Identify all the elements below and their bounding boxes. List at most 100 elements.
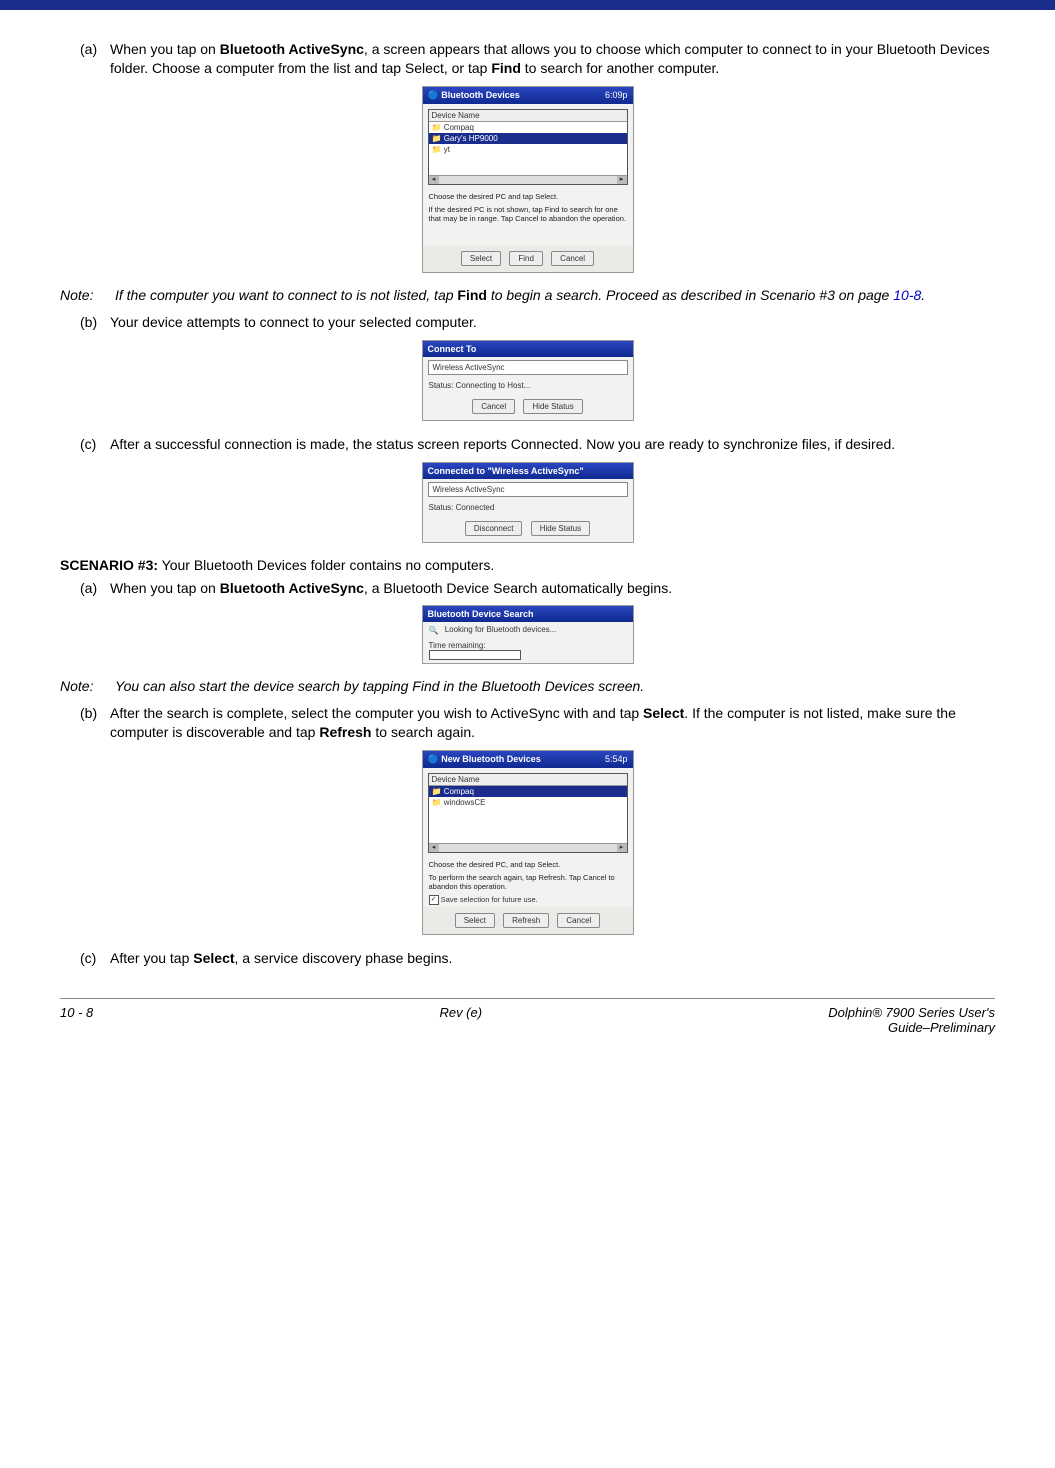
page-number: 10 - 8	[60, 1005, 93, 1035]
refresh-button: Refresh	[503, 913, 549, 928]
step-text: After a successful connection is made, t…	[110, 435, 995, 454]
list-item: 📁 Compaq	[429, 122, 627, 133]
step-a-1: (a) When you tap on Bluetooth ActiveSync…	[80, 40, 995, 78]
list-label: Gary's HP9000	[444, 134, 498, 143]
hscrollbar: ◂▸	[429, 175, 627, 184]
clock: 6:09p	[605, 90, 628, 100]
step-c-1: (c) After a successful connection is mad…	[80, 435, 995, 454]
screenshot-new-bluetooth-devices: 🔵 New Bluetooth Devices5:54p Device Name…	[60, 750, 995, 935]
button-row: Select Refresh Cancel	[423, 907, 633, 934]
text-run: to begin a search. Proceed as described …	[487, 287, 893, 303]
text-run: to search for another computer.	[521, 60, 719, 76]
select-button: Select	[455, 913, 495, 928]
text-run: Guide–Preliminary	[888, 1020, 995, 1035]
title-text: Bluetooth Devices	[441, 90, 520, 100]
time-remaining: Time remaining:	[423, 638, 633, 663]
step-text: After you tap Select, a service discover…	[110, 949, 995, 968]
bold-run: SCENARIO #3:	[60, 557, 158, 573]
save-selection-check: ✓ Save selection for future use.	[423, 893, 633, 907]
text-run: .	[921, 287, 925, 303]
page-footer: 10 - 8 Rev (e) Dolphin® 7900 Series User…	[60, 1005, 995, 1035]
list-item: 📁 windowsCE	[429, 797, 627, 808]
connection-name: Wireless ActiveSync	[428, 482, 628, 497]
bold-run: Select	[643, 705, 684, 721]
text-run: Dolphin® 7900 Series User's	[828, 1005, 995, 1020]
doc-title: Dolphin® 7900 Series User's Guide–Prelim…	[828, 1005, 995, 1035]
bt-icon: 🔵	[428, 90, 439, 100]
hint-text: If the desired PC is not shown, tap Find…	[423, 203, 633, 225]
cancel-button: Cancel	[557, 913, 600, 928]
list-label: Compaq	[444, 123, 474, 132]
hscrollbar: ◂▸	[429, 843, 627, 852]
titlebar: Bluetooth Device Search	[423, 606, 633, 622]
titlebar: Connected to "Wireless ActiveSync"	[423, 463, 633, 479]
step-text: Your device attempts to connect to your …	[110, 313, 995, 332]
note-2: Note: You can also start the device sear…	[60, 678, 995, 694]
hint-text: Choose the desired PC, and tap Select.	[423, 858, 633, 871]
titlebar: Connect To	[423, 341, 633, 357]
text-run: After the search is complete, select the…	[110, 705, 643, 721]
bold-run: Refresh	[319, 724, 371, 740]
text-run: Looking for Bluetooth devices...	[445, 625, 557, 634]
button-row: Disconnect Hide Status	[423, 515, 633, 542]
screenshot-connected: Connected to "Wireless ActiveSync" Wirel…	[60, 462, 995, 543]
text-run: , a service discovery phase begins.	[235, 950, 453, 966]
select-button: Select	[461, 251, 501, 266]
list-item: 📁 Compaq	[429, 786, 627, 797]
hint-text: Choose the desired PC and tap Select.	[423, 190, 633, 203]
status-text: Status: Connected	[423, 500, 633, 515]
step-letter: (a)	[80, 40, 110, 78]
clock: 5:54p	[605, 754, 628, 764]
note-text: If the computer you want to connect to i…	[115, 287, 995, 303]
note-label: Note:	[60, 287, 115, 303]
list-header: Device Name	[429, 774, 627, 786]
cancel-button: Cancel	[551, 251, 594, 266]
bold-run: Select	[193, 950, 234, 966]
button-row: Select Find Cancel	[423, 245, 633, 272]
text-run: After you tap	[110, 950, 193, 966]
list-header: Device Name	[429, 110, 627, 122]
step-text: When you tap on Bluetooth ActiveSync, a …	[110, 579, 995, 598]
checkbox-icon: ✓	[429, 895, 439, 905]
button-row: Cancel Hide Status	[423, 393, 633, 420]
revision: Rev (e)	[439, 1005, 482, 1035]
step-b-1: (b) Your device attempts to connect to y…	[80, 313, 995, 332]
list-label: Compaq	[444, 787, 474, 796]
titlebar: 🔵 Bluetooth Devices 6:09p	[423, 87, 633, 104]
check-label: Save selection for future use.	[441, 895, 538, 904]
text-run: If the computer you want to connect to i…	[115, 287, 457, 303]
step-b-2: (b) After the search is complete, select…	[80, 704, 995, 742]
step-letter: (a)	[80, 579, 110, 598]
text-run: When you tap on	[110, 580, 220, 596]
status-text: Status: Connecting to Host...	[423, 378, 633, 393]
top-rule	[0, 0, 1055, 10]
cancel-button: Cancel	[472, 399, 515, 414]
step-letter: (b)	[80, 704, 110, 742]
bold-run: Bluetooth ActiveSync	[220, 41, 364, 57]
title-text: New Bluetooth Devices	[441, 754, 541, 764]
step-text: After the search is complete, select the…	[110, 704, 995, 742]
note-1: Note: If the computer you want to connec…	[60, 287, 995, 303]
step-letter: (b)	[80, 313, 110, 332]
hint-text: To perform the search again, tap Refresh…	[423, 871, 633, 893]
step-letter: (c)	[80, 435, 110, 454]
text-run: Your Bluetooth Devices folder contains n…	[158, 557, 494, 573]
search-icon: 🔍	[429, 626, 439, 635]
text-run: to search again.	[371, 724, 475, 740]
list-item: 📁 Gary's HP9000	[429, 133, 627, 144]
text-run: , a Bluetooth Device Search automaticall…	[364, 580, 672, 596]
screenshot-device-search: Bluetooth Device Search 🔍 Looking for Bl…	[60, 605, 995, 663]
progress-bar	[429, 650, 521, 660]
list-item: 📁 yt	[429, 144, 627, 155]
bold-run: Find	[457, 287, 487, 303]
note-label: Note:	[60, 678, 115, 694]
step-a-2: (a) When you tap on Bluetooth ActiveSync…	[80, 579, 995, 598]
device-list: Device Name 📁 Compaq 📁 windowsCE ◂▸	[428, 773, 628, 853]
screenshot-bluetooth-devices: 🔵 Bluetooth Devices 6:09p Device Name 📁 C…	[60, 86, 995, 273]
find-button: Find	[509, 251, 543, 266]
connection-name: Wireless ActiveSync	[428, 360, 628, 375]
footer-rule	[60, 998, 995, 999]
bold-run: Bluetooth ActiveSync	[220, 580, 364, 596]
step-c-2: (c) After you tap Select, a service disc…	[80, 949, 995, 968]
screenshot-connect-to: Connect To Wireless ActiveSync Status: C…	[60, 340, 995, 421]
